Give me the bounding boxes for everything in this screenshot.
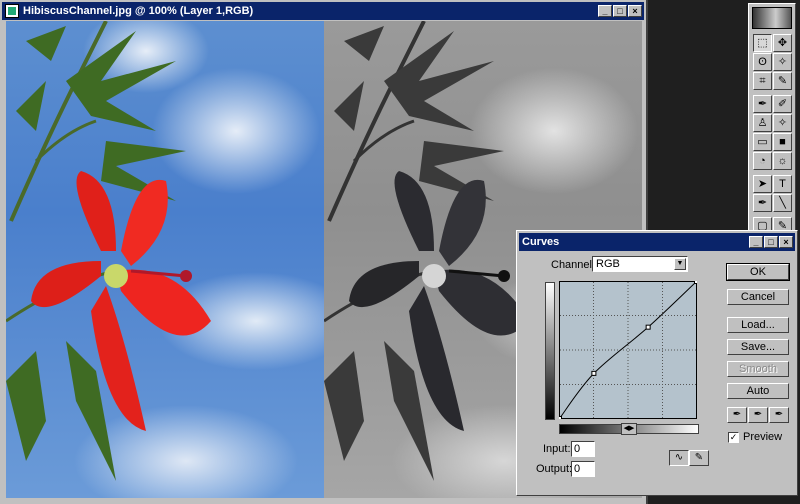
ok-button[interactable]: OK (726, 263, 790, 281)
save-button[interactable]: Save... (727, 339, 789, 355)
output-field[interactable]: 0 (571, 461, 595, 477)
preview-label: Preview (743, 431, 783, 443)
pencil-tool-button[interactable]: ✎ (689, 450, 709, 466)
minimize-button[interactable]: _ (598, 5, 612, 17)
input-field[interactable]: 0 (571, 441, 595, 457)
crop-icon[interactable]: ⌗ (753, 72, 772, 90)
curve-control-point[interactable] (694, 281, 698, 284)
airbrush-icon[interactable]: ✒ (753, 95, 772, 113)
line-icon[interactable]: ╲ (773, 194, 792, 212)
curve-control-point[interactable] (559, 416, 562, 420)
curve-control-point[interactable] (591, 370, 597, 376)
auto-button[interactable]: Auto (727, 383, 789, 399)
toolbox: ⬚✥ʘ✧⌗✎✒✐♙✧▭■◔☼➤T✒╲▢✎✋🔍 (748, 3, 796, 254)
path-select-icon[interactable]: ➤ (753, 175, 772, 193)
curves-dialog: Curves _ □ × Channel: RGB ▼ ◀▶ Input: 0 … (516, 230, 798, 496)
output-gradient-bar (545, 282, 555, 420)
history-brush-icon[interactable]: ✧ (773, 114, 792, 132)
chevron-down-icon: ▼ (674, 258, 686, 270)
hibiscus-color-art (6, 21, 211, 481)
cancel-button[interactable]: Cancel (727, 289, 789, 305)
curve-graph[interactable] (559, 281, 697, 419)
eyedropper-slice-icon[interactable]: ✎ (773, 72, 792, 90)
load-button[interactable]: Load... (727, 317, 789, 333)
move-icon[interactable]: ✥ (773, 34, 792, 52)
stamp-icon[interactable]: ♙ (753, 114, 772, 132)
document-icon (5, 4, 19, 18)
eraser-icon[interactable]: ▭ (753, 133, 772, 151)
gradient-toggle-icon[interactable]: ◀▶ (621, 423, 637, 435)
output-label: Output: (536, 463, 573, 475)
smooth-button[interactable]: Smooth (727, 361, 789, 377)
blur-icon[interactable]: ◔ (753, 152, 772, 170)
close-button[interactable]: × (628, 5, 642, 17)
document-title: HibiscusChannel.jpg @ 100% (Layer 1,RGB) (23, 5, 254, 17)
dodge-icon[interactable]: ☼ (773, 152, 792, 170)
gradient-icon[interactable]: ■ (773, 133, 792, 151)
input-label: Input: (543, 443, 571, 455)
gray-eyedropper-icon[interactable]: ✒ (748, 407, 768, 423)
maximize-button[interactable]: □ (613, 5, 627, 17)
document-titlebar[interactable]: HibiscusChannel.jpg @ 100% (Layer 1,RGB)… (2, 2, 644, 20)
type-icon[interactable]: T (773, 175, 792, 193)
lasso-icon[interactable]: ʘ (753, 53, 772, 71)
curves-titlebar[interactable]: Curves _ □ × (519, 233, 795, 251)
channel-label: Channel: (551, 259, 596, 271)
marquee-icon[interactable]: ⬚ (753, 34, 772, 52)
curves-minimize-button[interactable]: _ (749, 236, 763, 248)
curves-close-button[interactable]: × (779, 236, 793, 248)
pen-icon[interactable]: ✒ (753, 194, 772, 212)
curves-maximize-button[interactable]: □ (764, 236, 778, 248)
color-image (6, 21, 324, 498)
channel-value: RGB (596, 258, 620, 270)
curves-title: Curves (522, 236, 560, 248)
toolbox-logo[interactable] (752, 7, 792, 29)
curve-tool-button[interactable]: ∿ (669, 450, 689, 466)
white-eyedropper-icon[interactable]: ✒ (769, 407, 789, 423)
curve-control-point[interactable] (645, 324, 651, 330)
preview-checkbox[interactable]: ✓ (728, 432, 739, 443)
black-eyedropper-icon[interactable]: ✒ (727, 407, 747, 423)
paintbrush-icon[interactable]: ✐ (773, 95, 792, 113)
channel-select[interactable]: RGB ▼ (592, 256, 688, 272)
magic-wand-icon[interactable]: ✧ (773, 53, 792, 71)
